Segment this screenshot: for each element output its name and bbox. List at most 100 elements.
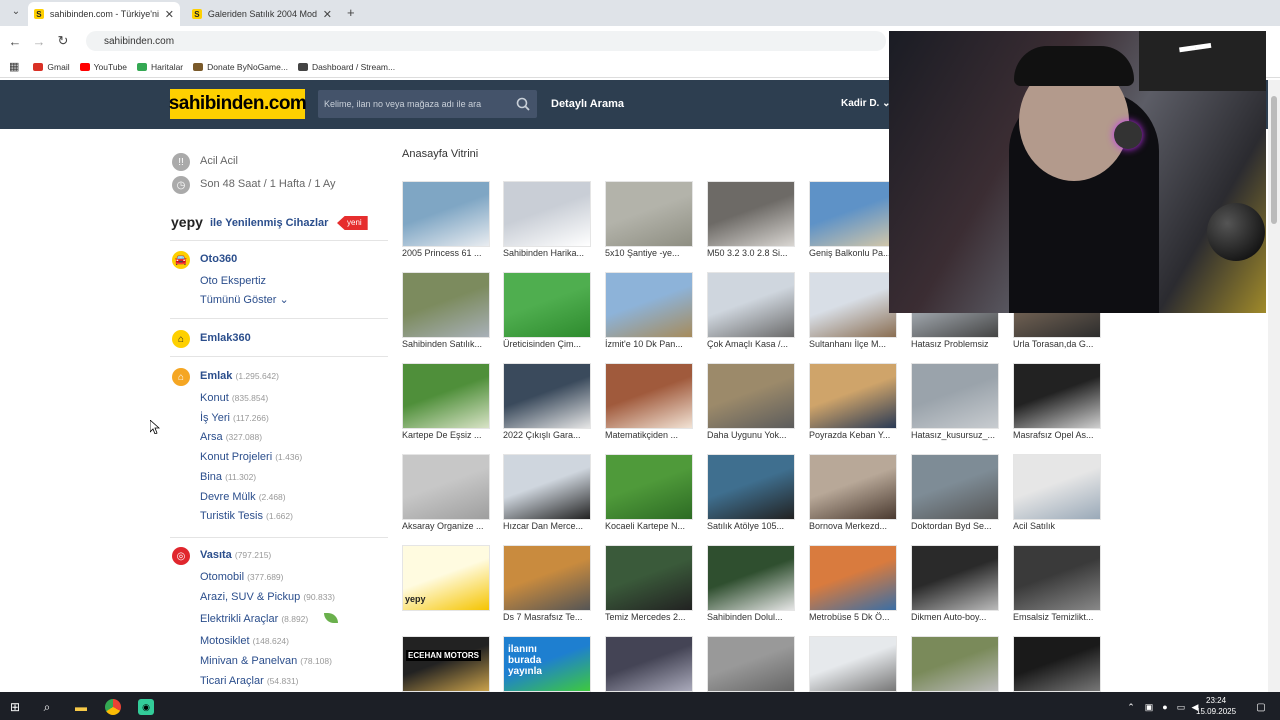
sidebar-item[interactable]: Ticari Araçlar (54.831) xyxy=(200,675,299,687)
sidebar-item[interactable]: Arsa (327.088) xyxy=(200,431,262,443)
back-icon[interactable]: ← xyxy=(3,34,27,49)
sidebar-son48[interactable]: Son 48 Saat / 1 Hafta / 1 Ay xyxy=(200,178,336,190)
vitrin-item-title[interactable]: Kocaeli Kartepe N... xyxy=(605,521,693,533)
vitrin-thumbnail[interactable] xyxy=(809,545,897,611)
vitrin-item-title[interactable]: Masrafsız Opel As... xyxy=(1013,430,1101,442)
sidebar-item[interactable]: Motosiklet (148.624) xyxy=(200,635,289,647)
sidebar-item[interactable]: Turistik Tesis (1.662) xyxy=(200,510,293,522)
vitrin-item-title[interactable]: Kartepe De Eşsiz ... xyxy=(402,430,490,442)
bookmark-donate[interactable]: Donate ByNoGame... xyxy=(193,62,288,72)
search-input[interactable]: Kelime, ilan no veya mağaza adı ile ara xyxy=(318,90,537,118)
apps-grid-icon[interactable]: ▦ xyxy=(9,60,19,73)
vitrin-thumbnail[interactable] xyxy=(911,454,999,520)
sidebar-item[interactable]: Konut (835.854) xyxy=(200,392,268,404)
vitrin-item[interactable]: Kartepe De Eşsiz ... xyxy=(402,363,490,442)
vitrin-item-title[interactable]: Urla Torasan,da G... xyxy=(1013,339,1101,351)
vitrin-item[interactable]: 5x10 Şantiye -ye... xyxy=(605,181,693,260)
sidebar-item[interactable]: Bina (11.302) xyxy=(200,471,256,483)
vitrin-item-title[interactable]: Sahibinden Dolul... xyxy=(707,612,795,624)
vitrin-item[interactable]: Ds 7 Masrafsız Te... xyxy=(503,545,591,624)
vitrin-item[interactable]: İzmit'e 10 Dk Pan... xyxy=(605,272,693,351)
vitrin-thumbnail[interactable] xyxy=(605,454,693,520)
vitrin-item[interactable] xyxy=(809,636,897,692)
vitrin-item[interactable]: Bornova Merkezd... xyxy=(809,454,897,533)
vitrin-item[interactable]: Geniş Balkonlu Pa... xyxy=(809,181,897,260)
vitrin-item[interactable]: Üreticisinden Çim... xyxy=(503,272,591,351)
vitrin-thumbnail[interactable] xyxy=(402,363,490,429)
vitrin-thumbnail[interactable] xyxy=(809,181,897,247)
vitrin-item-title[interactable]: Sahibinden Harika... xyxy=(503,248,591,260)
sidebar-item[interactable]: Minivan & Panelvan (78.108) xyxy=(200,655,332,667)
vitrin-item[interactable]: Acil Satılık xyxy=(1013,454,1101,533)
forward-icon[interactable]: → xyxy=(27,34,51,49)
reload-icon[interactable]: ↻ xyxy=(51,33,75,49)
detailed-search-link[interactable]: Detaylı Arama xyxy=(551,98,624,110)
vitrin-item[interactable] xyxy=(402,545,490,624)
bookmark-dashboard[interactable]: Dashboard / Stream... xyxy=(297,62,395,72)
vitrin-item[interactable]: 2022 Çıkışlı Gara... xyxy=(503,363,591,442)
vitrin-item[interactable]: Çok Amaçlı Kasa /... xyxy=(707,272,795,351)
vitrin-item[interactable]: Doktordan Byd Se... xyxy=(911,454,999,533)
close-tab-icon[interactable]: ✕ xyxy=(323,8,332,21)
vitrin-thumbnail[interactable] xyxy=(911,545,999,611)
app-icon[interactable]: ◉ xyxy=(138,699,154,715)
search-icon[interactable] xyxy=(516,97,530,111)
sidebar-acil[interactable]: Acil Acil xyxy=(200,155,238,167)
vitrin-item[interactable] xyxy=(707,636,795,692)
vitrin-thumbnail[interactable] xyxy=(605,272,693,338)
vitrin-thumbnail[interactable] xyxy=(809,454,897,520)
search-icon[interactable]: ⌕ xyxy=(38,698,56,716)
vitrin-thumbnail[interactable] xyxy=(402,454,490,520)
sidebar-yepy[interactable]: ile Yenilenmiş Cihazlar xyxy=(210,217,328,229)
vitrin-item[interactable]: Sultanhanı İlçe M... xyxy=(809,272,897,351)
vitrin-item[interactable] xyxy=(605,636,693,692)
vitrin-item[interactable]: M50 3.2 3.0 2.8 Si... xyxy=(707,181,795,260)
vitrin-item[interactable] xyxy=(911,636,999,692)
vitrin-thumbnail[interactable] xyxy=(1013,363,1101,429)
vitrin-thumbnail[interactable] xyxy=(503,363,591,429)
sidebar-emlak360[interactable]: Emlak360 xyxy=(200,332,251,344)
vitrin-item-title[interactable]: Satılık Atölye 105... xyxy=(707,521,795,533)
sidebar-item[interactable]: Elektrikli Araçlar (8.892) xyxy=(200,613,308,625)
vitrin-thumbnail[interactable] xyxy=(707,363,795,429)
vitrin-thumbnail[interactable] xyxy=(1013,545,1101,611)
vitrin-thumbnail[interactable] xyxy=(707,636,795,692)
vitrin-item-title[interactable]: 5x10 Şantiye -ye... xyxy=(605,248,693,260)
vitrin-thumbnail[interactable] xyxy=(1013,636,1101,692)
bookmark-youtube[interactable]: YouTube xyxy=(79,62,127,72)
vitrin-item-title[interactable]: Doktordan Byd Se... xyxy=(911,521,999,533)
vitrin-thumbnail[interactable] xyxy=(503,454,591,520)
vitrin-thumbnail[interactable] xyxy=(911,636,999,692)
vitrin-item[interactable]: Sahibinden Dolul... xyxy=(707,545,795,624)
new-tab-icon[interactable]: + xyxy=(347,5,355,20)
vitrin-thumbnail[interactable] xyxy=(707,181,795,247)
close-tab-icon[interactable]: ✕ xyxy=(165,8,174,21)
sidebar-emlak[interactable]: Emlak (1.295.642) xyxy=(200,370,279,382)
vitrin-item-title[interactable]: Sahibinden Satılık... xyxy=(402,339,490,351)
vitrin-item-title[interactable]: İzmit'e 10 Dk Pan... xyxy=(605,339,693,351)
sidebar-item[interactable]: Otomobil (377.689) xyxy=(200,571,283,583)
vitrin-item-title[interactable]: Daha Uygunu Yok... xyxy=(707,430,795,442)
vitrin-item[interactable]: Kocaeli Kartepe N... xyxy=(605,454,693,533)
vitrin-item-title[interactable]: Matematikçiden ... xyxy=(605,430,693,442)
vitrin-item[interactable]: Temiz Mercedes 2... xyxy=(605,545,693,624)
bookmark-haritalar[interactable]: Haritalar xyxy=(137,62,183,72)
vitrin-thumbnail[interactable] xyxy=(809,636,897,692)
sidebar-oto360[interactable]: Oto360 xyxy=(200,253,237,265)
vitrin-thumbnail[interactable] xyxy=(605,181,693,247)
vitrin-item-title[interactable]: Sultanhanı İlçe M... xyxy=(809,339,897,351)
vitrin-item[interactable]: Sahibinden Satılık... xyxy=(402,272,490,351)
url-field[interactable]: sahibinden.com xyxy=(86,31,886,51)
vitrin-item[interactable]: Daha Uygunu Yok... xyxy=(707,363,795,442)
sidebar-item[interactable]: Arazi, SUV & Pickup (90.833) xyxy=(200,591,335,603)
tab-galeriden[interactable]: S Galeriden Satılık 2004 Model K ✕ xyxy=(186,2,338,26)
vitrin-thumbnail[interactable] xyxy=(1013,454,1101,520)
vitrin-item-title[interactable]: 2005 Princess 61 ... xyxy=(402,248,490,260)
vitrin-item-title[interactable]: Çok Amaçlı Kasa /... xyxy=(707,339,795,351)
vitrin-item[interactable]: Satılık Atölye 105... xyxy=(707,454,795,533)
sidebar-vasita[interactable]: Vasıta (797.215) xyxy=(200,549,271,561)
vitrin-item-title[interactable]: Metrobüse 5 Dk Ö... xyxy=(809,612,897,624)
vitrin-item[interactable]: Poyrazda Keban Y... xyxy=(809,363,897,442)
windows-start-icon[interactable]: ⊞ xyxy=(6,698,24,716)
vitrin-item[interactable]: Hatasız_kusursuz_... xyxy=(911,363,999,442)
